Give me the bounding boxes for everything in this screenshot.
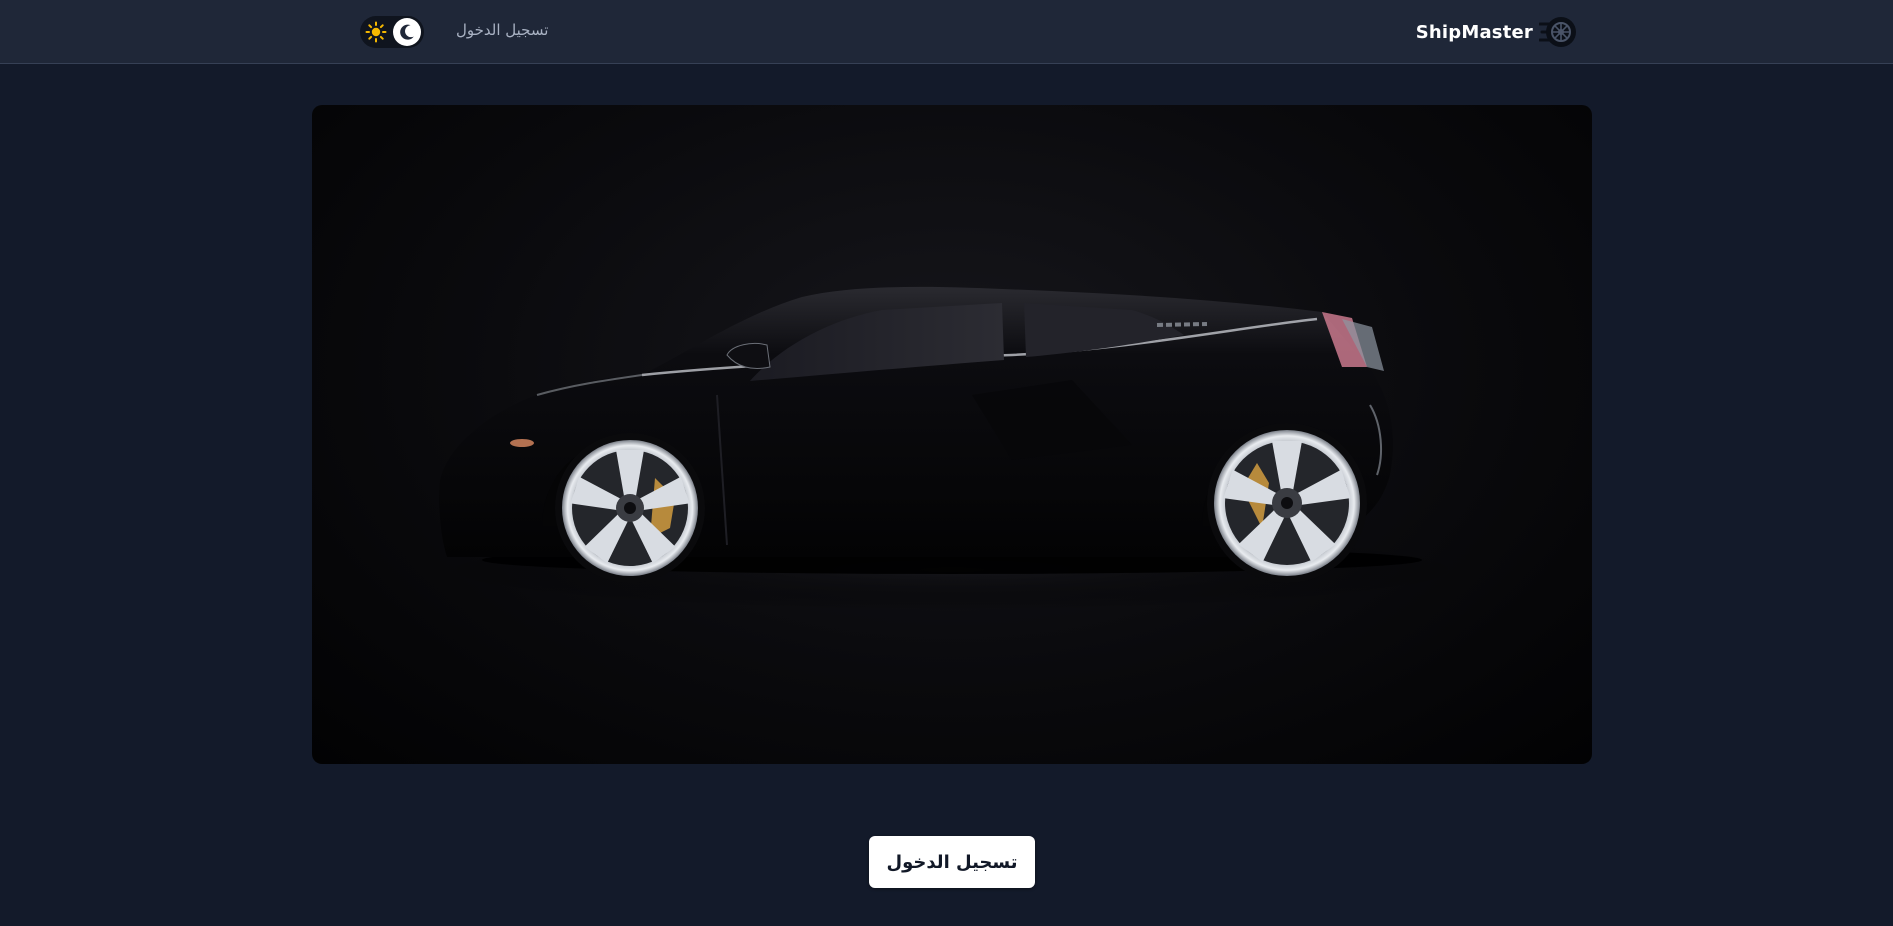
login-button[interactable]: تسجيل الدخول [869, 836, 1035, 888]
moon-icon [400, 24, 414, 40]
brand-name: ShipMaster [1415, 21, 1533, 43]
theme-toggle[interactable] [360, 16, 424, 48]
sun-icon [365, 21, 387, 43]
nav-login-link[interactable]: تسجيل الدخول [456, 21, 548, 39]
top-navbar: ShipMaster تسجيل الدخول [0, 0, 1893, 64]
hero-car-image [312, 105, 1592, 764]
sports-car-illustration [432, 286, 1472, 610]
toggle-knob [393, 18, 421, 46]
tire-icon [1539, 17, 1576, 47]
brand[interactable]: ShipMaster [1416, 15, 1577, 49]
